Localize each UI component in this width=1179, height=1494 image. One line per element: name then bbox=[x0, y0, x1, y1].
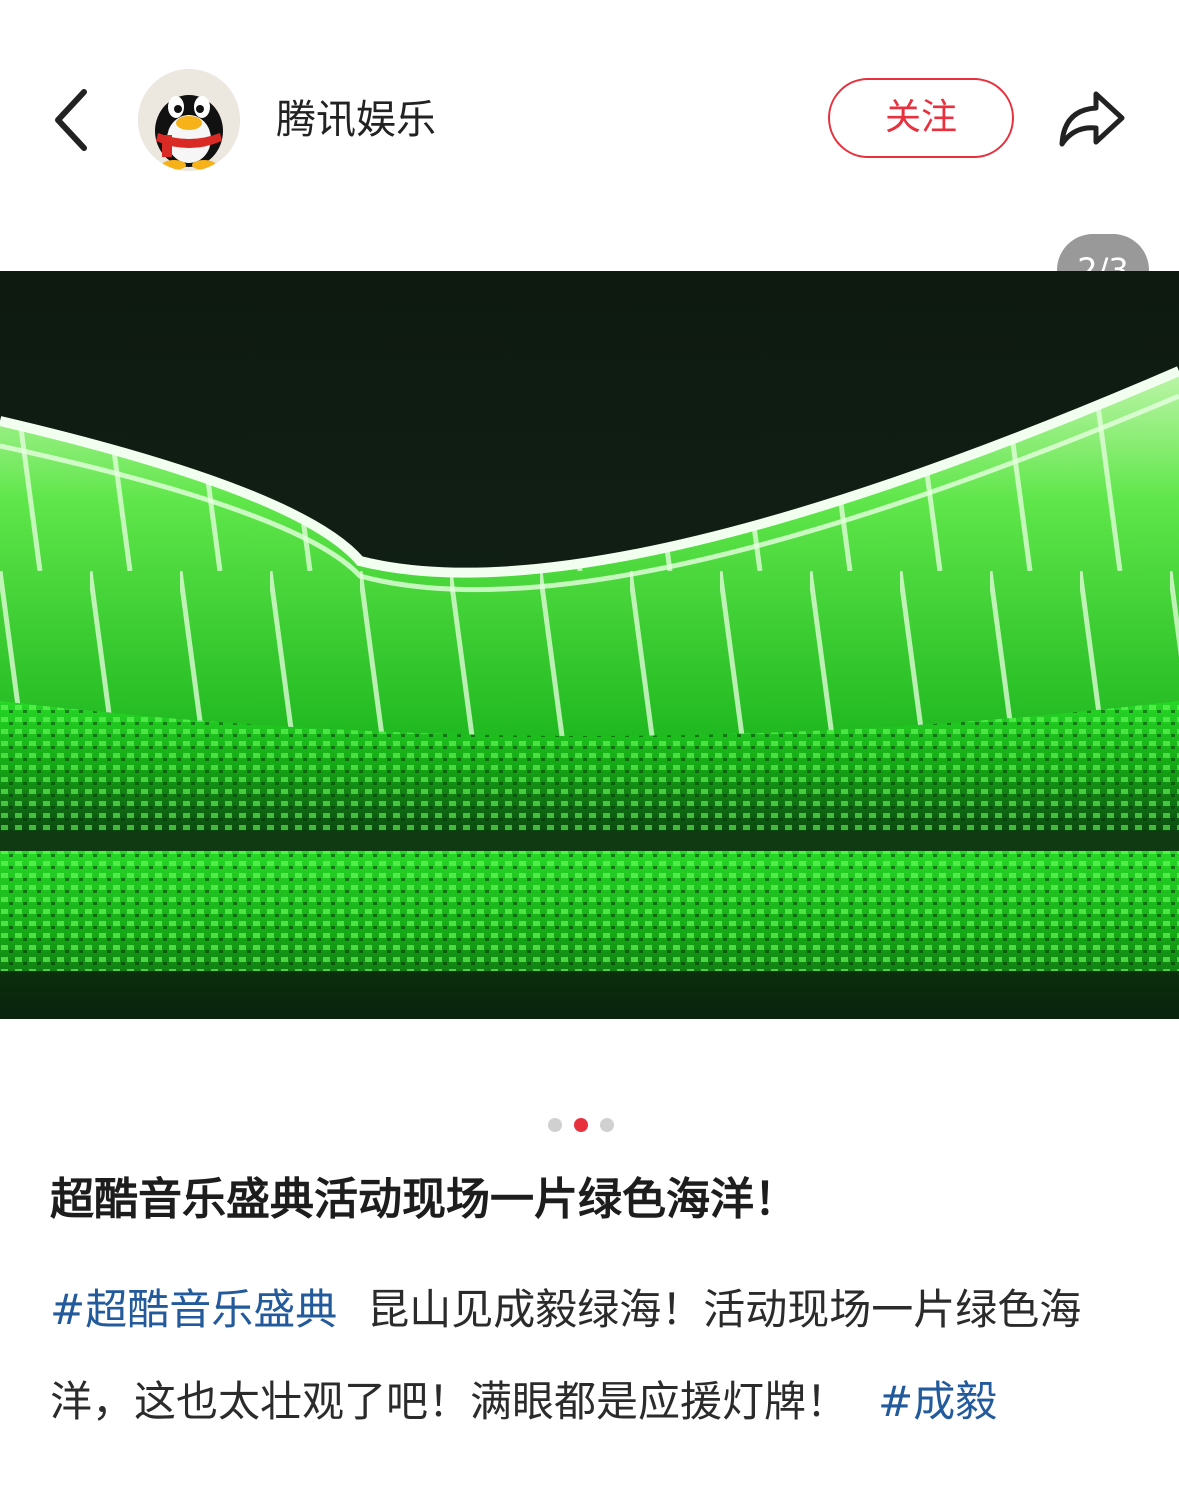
carousel-dot-3[interactable] bbox=[600, 1118, 614, 1132]
follow-button[interactable]: 关注 bbox=[828, 78, 1014, 158]
hashtag-link[interactable]: #超酷音乐盛典 bbox=[50, 1285, 337, 1334]
carousel-dot-2[interactable] bbox=[574, 1118, 588, 1132]
back-button[interactable] bbox=[40, 82, 110, 158]
carousel-dot-1[interactable] bbox=[548, 1118, 562, 1132]
post-title: 超酷音乐盛典活动现场一片绿色海洋！ bbox=[50, 1174, 798, 1225]
share-arrow-icon bbox=[1059, 91, 1125, 147]
avatar[interactable] bbox=[138, 69, 240, 171]
chevron-left-icon bbox=[55, 89, 87, 151]
text-fade-overlay bbox=[840, 1452, 1179, 1494]
hashtag-link[interactable]: #成毅 bbox=[878, 1377, 997, 1426]
carousel-indicator bbox=[548, 1118, 614, 1134]
penguin-mascot-icon bbox=[138, 69, 240, 171]
post-body: #超酷音乐盛典 昆山见成毅绿海！活动现场一片绿色海洋，这也太壮观了吧！满眼都是应援… bbox=[50, 1264, 1140, 1448]
share-button[interactable] bbox=[1052, 84, 1132, 156]
top-bar: 腾讯娱乐 关注 bbox=[0, 0, 1179, 240]
account-name[interactable]: 腾讯娱乐 bbox=[276, 94, 436, 146]
stadium-green-lights-image bbox=[0, 271, 1179, 1019]
post-photo[interactable] bbox=[0, 271, 1179, 1019]
